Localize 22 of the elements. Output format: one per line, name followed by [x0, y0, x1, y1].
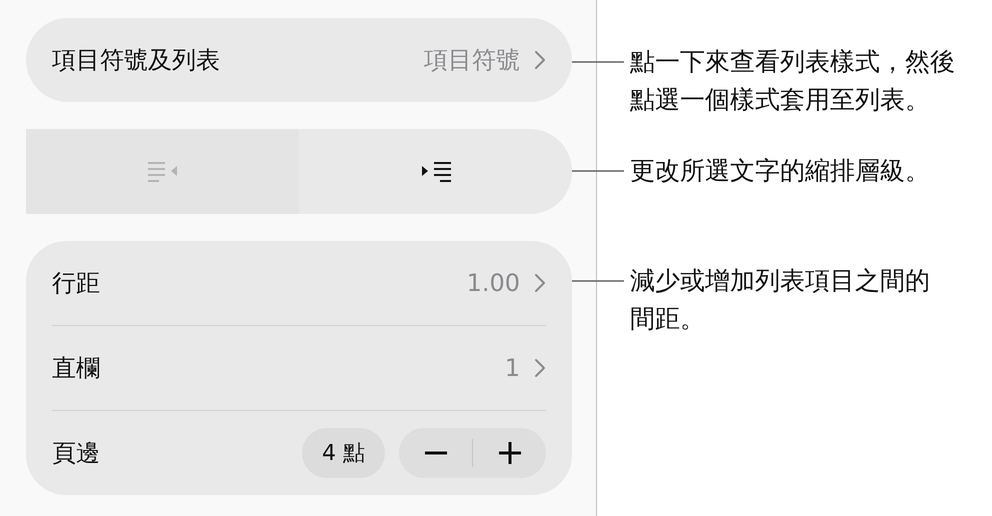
callout-text: 減少或增加列表項目之間的間距。 — [630, 265, 931, 335]
row-value: 項目符號 — [424, 45, 520, 76]
leader-line — [572, 170, 624, 172]
plus-icon — [498, 442, 520, 464]
callout-text: 更改所選文字的縮排層級。 — [630, 155, 931, 187]
leader-line — [572, 280, 624, 282]
minus-icon — [424, 451, 446, 455]
row-label: 直欄 — [52, 353, 100, 384]
row-value: 1.00 — [466, 269, 520, 297]
chevron-icon — [534, 50, 546, 70]
chevron-icon[interactable] — [534, 358, 546, 378]
margin-value-field[interactable]: 4 點 — [302, 428, 385, 478]
chevron-icon[interactable] — [534, 273, 546, 293]
row-label: 行距 — [52, 268, 100, 299]
row-label: 項目符號及列表 — [52, 45, 220, 76]
row-value: 1 — [504, 354, 520, 382]
bullets-list-button[interactable]: 項目符號及列表 項目符號 — [26, 18, 572, 102]
outdent-icon — [146, 160, 178, 184]
row-label: 頁邊 — [52, 438, 100, 469]
leader-line — [572, 61, 624, 63]
callout-text: 點一下來查看列表樣式，然後點選一個樣式套用至列表。 — [630, 46, 956, 116]
indent-icon — [420, 160, 452, 184]
